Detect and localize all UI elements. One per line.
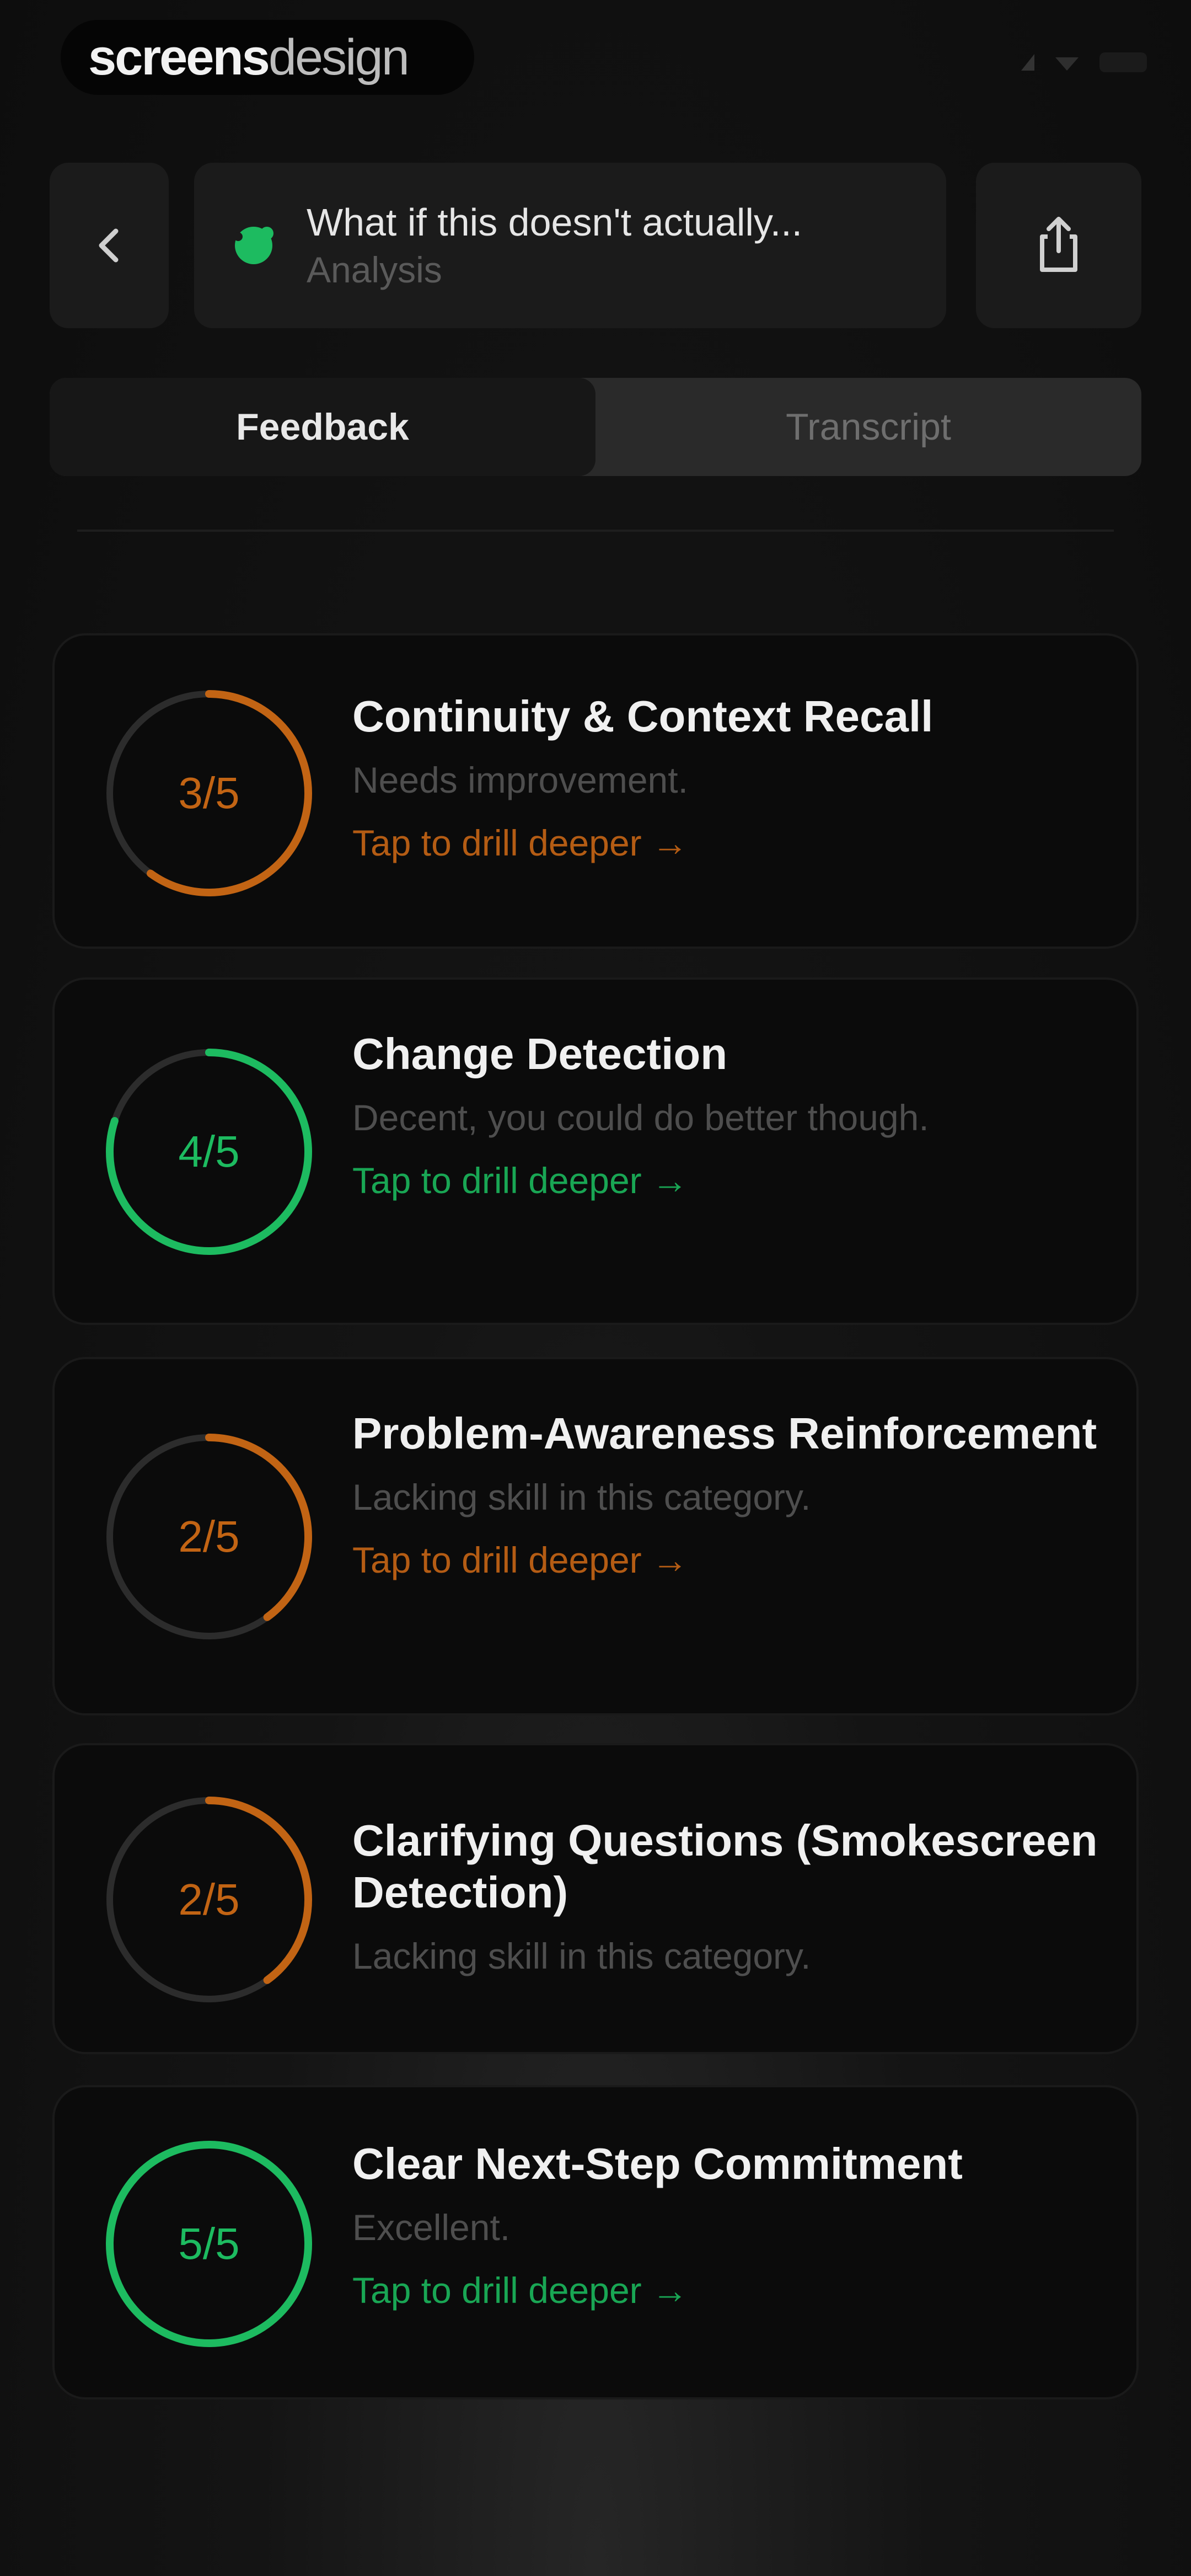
score-ring: 3/5 xyxy=(99,683,319,904)
divider xyxy=(77,530,1114,532)
title-text: What if this doesn't actually... xyxy=(307,201,803,244)
score-card[interactable]: 3/5 Continuity & Context Recall Needs impr… xyxy=(52,633,1139,949)
tab-transcript[interactable]: Transcript xyxy=(596,378,1141,476)
score-card[interactable]: 4/5 Change Detection Decent, you could do … xyxy=(52,977,1139,1325)
back-button[interactable] xyxy=(50,163,169,328)
score-label: 2/5 xyxy=(178,1512,240,1561)
share-button[interactable] xyxy=(976,163,1141,328)
card-title: Problem-Awareness Reinforcement xyxy=(352,1409,1097,1458)
score-card[interactable]: 2/5 Problem-Awareness Reinforcement Lackin… xyxy=(52,1357,1139,1715)
card-description: Lacking skill in this category. xyxy=(352,1477,811,1517)
header: What if this doesn't actually... Analysi… xyxy=(50,163,1141,328)
score-label: 4/5 xyxy=(178,1127,240,1176)
wifi-icon xyxy=(1055,57,1079,71)
badge-icon xyxy=(234,227,273,264)
brand-name-bold: screens xyxy=(88,29,270,85)
card-description: Needs improvement. xyxy=(352,760,688,800)
brand-logo: screens design xyxy=(61,20,474,95)
card-title: Change Detection xyxy=(352,1029,728,1078)
battery-icon xyxy=(1099,52,1147,72)
score-ring: 2/5 xyxy=(99,1426,319,1647)
status-bar: screens design xyxy=(0,0,1191,127)
score-ring: 5/5 xyxy=(99,2134,319,2354)
card-title: Clarifying Questions (Smokescreen Detect… xyxy=(352,1816,1098,1917)
card-title: Clear Next-Step Commitment xyxy=(352,2139,963,2188)
drill-deeper-link[interactable]: Tap to drill deeper → xyxy=(352,822,1103,864)
chevron-left-icon xyxy=(99,228,119,263)
score-card[interactable]: 5/5 Clear Next-Step Commitment Excellent. T… xyxy=(52,2085,1139,2399)
brand-name-light: design xyxy=(268,29,410,85)
score-label: 3/5 xyxy=(178,768,240,817)
drill-deeper-link[interactable]: Tap to drill deeper → xyxy=(352,1539,1103,1581)
signal-icon xyxy=(1021,54,1034,71)
conversation-title[interactable]: What if this doesn't actually... Analysi… xyxy=(194,163,946,328)
status-icons xyxy=(1021,52,1147,72)
subtitle-text: Analysis xyxy=(307,249,442,290)
card-description: Excellent. xyxy=(352,2207,511,2248)
card-description: Decent, you could do better though. xyxy=(352,1097,929,1138)
share-icon xyxy=(1040,217,1077,272)
score-ring: 2/5 xyxy=(99,1789,319,2010)
card-description: Lacking skill in this category. xyxy=(352,1936,811,1976)
drill-deeper-link[interactable]: Tap to drill deeper → xyxy=(352,2269,1103,2311)
score-label: 5/5 xyxy=(178,2219,240,2268)
score-ring: 4/5 xyxy=(99,1041,319,1262)
card-title: Continuity & Context Recall xyxy=(352,692,934,741)
score-label: 2/5 xyxy=(178,1875,240,1924)
score-card[interactable]: 2/5 Clarifying Questions (Smokescreen Det… xyxy=(52,1743,1139,2054)
tab-bar: Feedback Transcript xyxy=(50,378,1141,476)
drill-deeper-link[interactable]: Tap to drill deeper → xyxy=(352,1159,1103,1201)
tab-feedback[interactable]: Feedback xyxy=(50,378,596,476)
